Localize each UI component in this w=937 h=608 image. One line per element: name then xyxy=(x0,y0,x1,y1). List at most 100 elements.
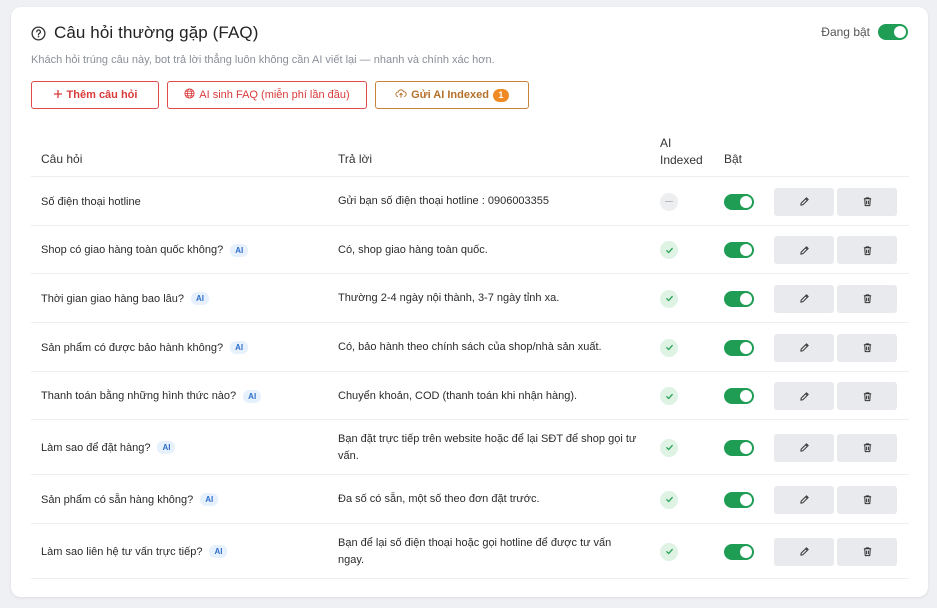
trash-icon xyxy=(862,494,873,505)
check-circle-icon xyxy=(660,542,678,561)
check-circle-icon xyxy=(660,241,678,259)
ai-generate-faq-button[interactable]: AI sinh FAQ (miễn phí lần đầu) xyxy=(167,81,367,109)
answer-text: Bạn đặt trực tiếp trên website hoặc để l… xyxy=(338,432,637,462)
question-text: Làm sao để đặt hàng? xyxy=(41,441,151,454)
question-text: Shop có giao hàng toàn quốc không? xyxy=(41,244,224,256)
table-row: Sản phẩm có được bảo hành không? AI Có, bả… xyxy=(31,323,909,372)
faq-table: Câu hỏi Trả lời AI Indexed Bật Số điện th… xyxy=(31,125,909,579)
delete-button[interactable] xyxy=(837,187,897,216)
question-text: Số điện thoại hotline xyxy=(41,195,141,208)
add-question-button[interactable]: Thêm câu hỏi xyxy=(31,81,159,109)
edit-button[interactable] xyxy=(774,382,834,410)
pencil-icon xyxy=(799,494,810,505)
toggle-label: Đang bật xyxy=(821,25,870,39)
check-circle-icon xyxy=(660,490,678,509)
answer-text: Bạn để lại số điện thoại hoặc gọi hotlin… xyxy=(338,536,612,566)
trash-icon xyxy=(862,391,873,402)
pending-count-badge: 1 xyxy=(492,88,509,102)
send-ai-indexed-label: Gửi AI Indexed xyxy=(411,89,489,101)
edit-button[interactable] xyxy=(774,537,834,566)
question-cell: Sản phẩm có sẵn hàng không? AI xyxy=(41,492,219,508)
delete-button[interactable] xyxy=(837,236,897,264)
table-row: Thanh toán bằng những hình thức nào? AI Ch… xyxy=(31,372,909,420)
ai-generate-faq-label: AI sinh FAQ (miễn phí lần đầu) xyxy=(199,89,350,101)
question-text: Làm sao liên hệ tư vấn trực tiếp? xyxy=(41,545,203,558)
question-cell: Thanh toán bằng những hình thức nào? AI xyxy=(41,388,262,404)
table-header: Câu hỏi Trả lời AI Indexed Bật xyxy=(31,125,909,177)
pencil-icon xyxy=(799,245,810,256)
check-circle-icon xyxy=(660,338,678,357)
table-row: Làm sao để đặt hàng? AI Bạn đặt trực tiếp … xyxy=(31,420,909,475)
delete-button[interactable] xyxy=(837,537,897,566)
add-question-label: Thêm câu hỏi xyxy=(66,89,138,101)
col-enabled-header: Bật xyxy=(724,152,743,166)
question-text: Thanh toán bằng những hình thức nào? xyxy=(41,390,237,402)
ai-generated-tag: AI xyxy=(243,389,262,403)
col-ai-label: AI xyxy=(660,136,672,150)
ai-generated-tag: AI xyxy=(191,292,209,305)
row-enabled-toggle[interactable] xyxy=(724,290,754,307)
question-cell: Thời gian giao hàng bao lâu? AI xyxy=(41,291,209,307)
globe-icon xyxy=(184,88,195,102)
delete-button[interactable] xyxy=(837,284,897,313)
ai-generated-tag: AI xyxy=(157,441,176,454)
answer-text: Thường 2-4 ngày nội thành, 3-7 ngày tỉnh… xyxy=(338,292,560,304)
edit-button[interactable] xyxy=(774,433,834,462)
pencil-icon xyxy=(799,546,810,557)
col-question-header: Câu hỏi xyxy=(41,152,83,166)
edit-button[interactable] xyxy=(774,187,834,216)
row-enabled-toggle[interactable] xyxy=(724,193,754,210)
pencil-icon xyxy=(799,391,810,402)
delete-button[interactable] xyxy=(837,333,897,362)
trash-icon xyxy=(862,546,873,557)
row-enabled-toggle[interactable] xyxy=(724,543,754,560)
check-circle-icon xyxy=(660,387,678,405)
ai-generated-tag: AI xyxy=(200,493,219,506)
trash-icon xyxy=(862,293,873,304)
check-circle-icon xyxy=(660,438,678,457)
row-enabled-toggle[interactable] xyxy=(724,388,754,404)
delete-button[interactable] xyxy=(837,485,897,514)
send-ai-indexed-button[interactable]: Gửi AI Indexed 1 xyxy=(375,81,529,109)
pencil-icon xyxy=(799,293,810,304)
action-bar: Thêm câu hỏi AI sinh FAQ (miễn phí lần đ… xyxy=(31,81,529,109)
question-cell: Làm sao để đặt hàng? AI xyxy=(41,440,176,456)
faq-enabled-toggle[interactable] xyxy=(878,24,908,40)
faq-enabled-toggle-group: Đang bật xyxy=(821,24,908,40)
answer-text: Gửi bạn số điện thoại hotline : 09060033… xyxy=(338,195,550,207)
dash-circle-icon xyxy=(660,192,678,211)
table-row: Số điện thoại hotline Gửi bạn số điện tho… xyxy=(31,177,909,226)
row-enabled-toggle[interactable] xyxy=(724,491,754,508)
trash-icon xyxy=(862,196,873,207)
delete-button[interactable] xyxy=(837,382,897,410)
faq-header: Câu hỏi thường gặp (FAQ) Đang bật xyxy=(31,23,908,47)
question-cell: Shop có giao hàng toàn quốc không? AI xyxy=(41,242,249,258)
page-title: Câu hỏi thường gặp (FAQ) xyxy=(54,23,259,42)
table-row: Shop có giao hàng toàn quốc không? AI Có, … xyxy=(31,226,909,274)
table-row: Thời gian giao hàng bao lâu? AI Thường 2-4… xyxy=(31,274,909,323)
edit-button[interactable] xyxy=(774,284,834,313)
row-enabled-toggle[interactable] xyxy=(724,339,754,356)
question-text: Sản phẩm có được bảo hành không? xyxy=(41,341,224,354)
table-row: Làm sao liên hệ tư vấn trực tiếp? AI Bạn đ… xyxy=(31,524,909,579)
upload-cloud-icon xyxy=(395,88,407,102)
edit-button[interactable] xyxy=(774,485,834,514)
row-enabled-toggle[interactable] xyxy=(724,439,754,456)
delete-button[interactable] xyxy=(837,433,897,462)
pencil-icon xyxy=(799,196,810,207)
col-ai-indexed-header: AI Indexed xyxy=(660,135,720,169)
question-cell: Số điện thoại hotline xyxy=(41,194,141,210)
answer-text: Chuyển khoản, COD (thanh toán khi nhận h… xyxy=(338,389,578,402)
question-cell: Làm sao liên hệ tư vấn trực tiếp? AI xyxy=(41,544,228,560)
row-enabled-toggle[interactable] xyxy=(724,242,754,258)
edit-button[interactable] xyxy=(774,333,834,362)
question-circle-icon xyxy=(31,25,46,41)
trash-icon xyxy=(862,442,873,453)
edit-button[interactable] xyxy=(774,236,834,264)
question-text: Thời gian giao hàng bao lâu? xyxy=(41,292,184,305)
trash-icon xyxy=(862,342,873,353)
page-subtitle: Khách hỏi trúng câu này, bot trả lời thẳ… xyxy=(31,54,495,66)
answer-text: Có, shop giao hàng toàn quốc. xyxy=(338,243,488,256)
col-answer-header: Trả lời xyxy=(338,152,373,166)
ai-generated-tag: AI xyxy=(230,243,249,257)
